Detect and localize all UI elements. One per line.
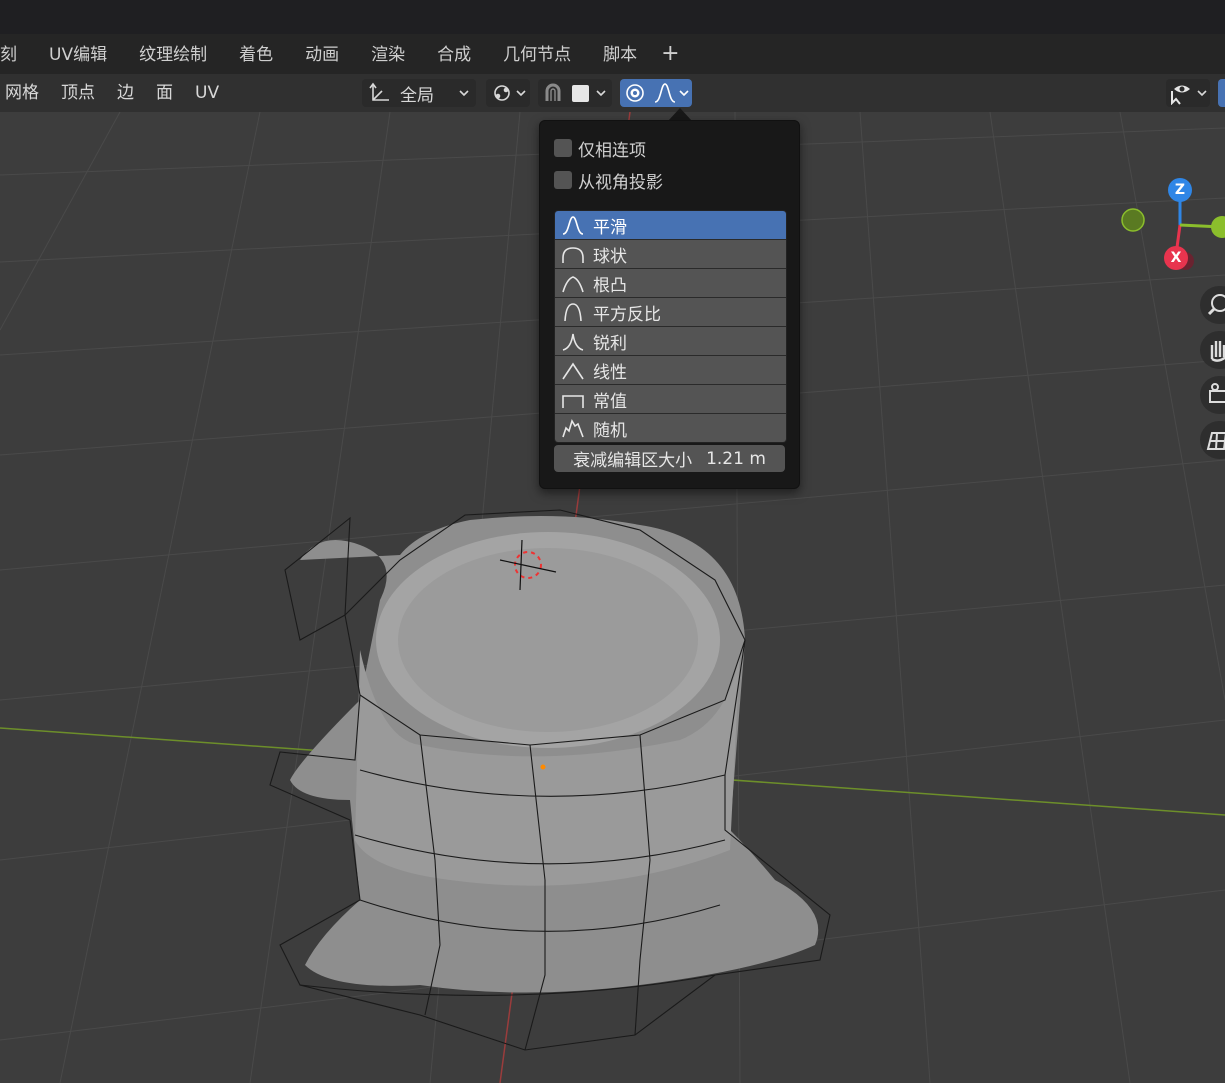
tab-rendering[interactable]: 渲染 — [355, 34, 421, 74]
zoom-button[interactable] — [1200, 286, 1225, 324]
linear-falloff-icon — [562, 362, 584, 380]
falloff-type-list: 平滑 球状 根凸 平方反比 锐利 线性 常值 随机 — [554, 210, 787, 443]
chevron-down-icon — [459, 90, 469, 97]
falloff-size-label: 衰减编辑区大小 — [573, 451, 693, 471]
falloff-option-sharp[interactable]: 锐利 — [555, 327, 786, 356]
menu-uv[interactable]: UV — [195, 74, 219, 112]
pivot-icon — [494, 85, 510, 101]
proportional-editing-controls[interactable] — [620, 79, 692, 107]
magnet-icon — [545, 83, 561, 101]
hand-icon — [1210, 341, 1225, 362]
falloff-size-value: 1.21 m — [706, 448, 766, 469]
falloff-label: 球状 — [593, 246, 627, 267]
x-axis-handle[interactable]: X — [1164, 246, 1188, 270]
snapping-controls[interactable] — [538, 79, 612, 107]
projected-from-view-checkbox[interactable] — [554, 171, 572, 189]
falloff-label: 随机 — [593, 420, 627, 441]
add-workspace-button[interactable]: + — [653, 34, 687, 74]
falloff-label: 平滑 — [593, 217, 627, 238]
selectability-visibility-dropdown[interactable] — [1166, 79, 1210, 107]
chevron-down-icon — [596, 90, 606, 97]
root-falloff-icon — [562, 276, 584, 293]
connected-only-checkbox[interactable] — [554, 139, 572, 157]
grid-perspective-icon — [1206, 432, 1225, 450]
perspective-toggle-button[interactable] — [1200, 421, 1225, 459]
constant-falloff-icon — [562, 395, 584, 408]
falloff-option-linear[interactable]: 线性 — [555, 356, 786, 385]
projected-from-view-option[interactable]: 从视角投影 — [554, 168, 663, 193]
sphere-falloff-icon — [562, 247, 584, 263]
falloff-option-smooth[interactable]: 平滑 — [555, 211, 786, 240]
camera-icon — [1209, 383, 1225, 403]
snap-target-square-icon — [572, 84, 589, 102]
falloff-label: 平方反比 — [593, 304, 661, 325]
falloff-option-inverse-square[interactable]: 平方反比 — [555, 298, 786, 327]
inverse-square-falloff-icon — [564, 303, 582, 322]
connected-only-label: 仅相连项 — [578, 140, 646, 161]
smooth-falloff-icon — [562, 216, 584, 235]
tab-texture-paint[interactable]: 纹理绘制 — [123, 34, 223, 74]
pan-button[interactable] — [1200, 331, 1225, 369]
chevron-down-icon — [1197, 90, 1207, 97]
viewport-overlays-button[interactable] — [1218, 79, 1225, 107]
tab-uv-editing[interactable]: UV编辑 — [33, 34, 123, 74]
projected-from-view-label: 从视角投影 — [578, 172, 663, 193]
menu-face[interactable]: 面 — [156, 74, 173, 112]
selected-vertex — [540, 764, 546, 770]
menu-mesh[interactable]: 网格 — [5, 74, 39, 112]
tab-animation[interactable]: 动画 — [289, 34, 355, 74]
falloff-label: 线性 — [593, 362, 627, 383]
chevron-down-icon — [679, 90, 689, 97]
menu-vertex[interactable]: 顶点 — [61, 74, 95, 112]
zoom-icon — [1207, 294, 1225, 316]
falloff-label: 常值 — [593, 391, 627, 412]
camera-view-button[interactable] — [1200, 376, 1225, 414]
menu-edge[interactable]: 边 — [117, 74, 134, 112]
orientation-label: 全局 — [400, 85, 434, 106]
falloff-option-root[interactable]: 根凸 — [555, 269, 786, 298]
random-falloff-icon — [562, 419, 584, 438]
tab-scripting[interactable]: 脚本 — [587, 34, 653, 74]
proportional-editing-icon — [626, 84, 644, 102]
workspace-tabs: 刻 UV编辑 纹理绘制 着色 动画 渲染 合成 几何节点 脚本 + — [0, 34, 1225, 74]
orientation-axes-icon — [369, 82, 389, 101]
pivot-point-dropdown[interactable] — [486, 79, 530, 107]
title-bar — [0, 0, 1225, 34]
proportional-editing-popup: 仅相连项 从视角投影 平滑 球状 根凸 平方反比 锐利 线性 常值 随机 衰减编… — [539, 120, 800, 489]
falloff-option-constant[interactable]: 常值 — [555, 385, 786, 414]
tab-geometry-nodes[interactable]: 几何节点 — [487, 34, 587, 74]
tab-sculpting[interactable]: 刻 — [0, 34, 33, 74]
connected-only-option[interactable]: 仅相连项 — [554, 136, 646, 161]
z-axis-handle[interactable]: Z — [1168, 178, 1192, 202]
falloff-size-field[interactable]: 衰减编辑区大小 1.21 m — [554, 445, 785, 472]
falloff-label: 锐利 — [593, 333, 627, 354]
chevron-down-icon — [516, 90, 526, 97]
falloff-label: 根凸 — [593, 275, 627, 296]
viewport-header: 网格 顶点 边 面 UV 全局 — [0, 74, 1225, 112]
falloff-option-random[interactable]: 随机 — [555, 414, 786, 442]
falloff-option-sphere[interactable]: 球状 — [555, 240, 786, 269]
smooth-falloff-icon — [654, 83, 676, 103]
transform-orientation-dropdown[interactable]: 全局 — [362, 79, 476, 107]
eye-cursor-icon — [1171, 85, 1190, 105]
sharp-falloff-icon — [562, 333, 584, 351]
tab-shading[interactable]: 着色 — [223, 34, 289, 74]
tab-compositing[interactable]: 合成 — [421, 34, 487, 74]
navigation-gizmo[interactable]: Z X — [1110, 175, 1225, 280]
mesh-object — [290, 516, 819, 993]
